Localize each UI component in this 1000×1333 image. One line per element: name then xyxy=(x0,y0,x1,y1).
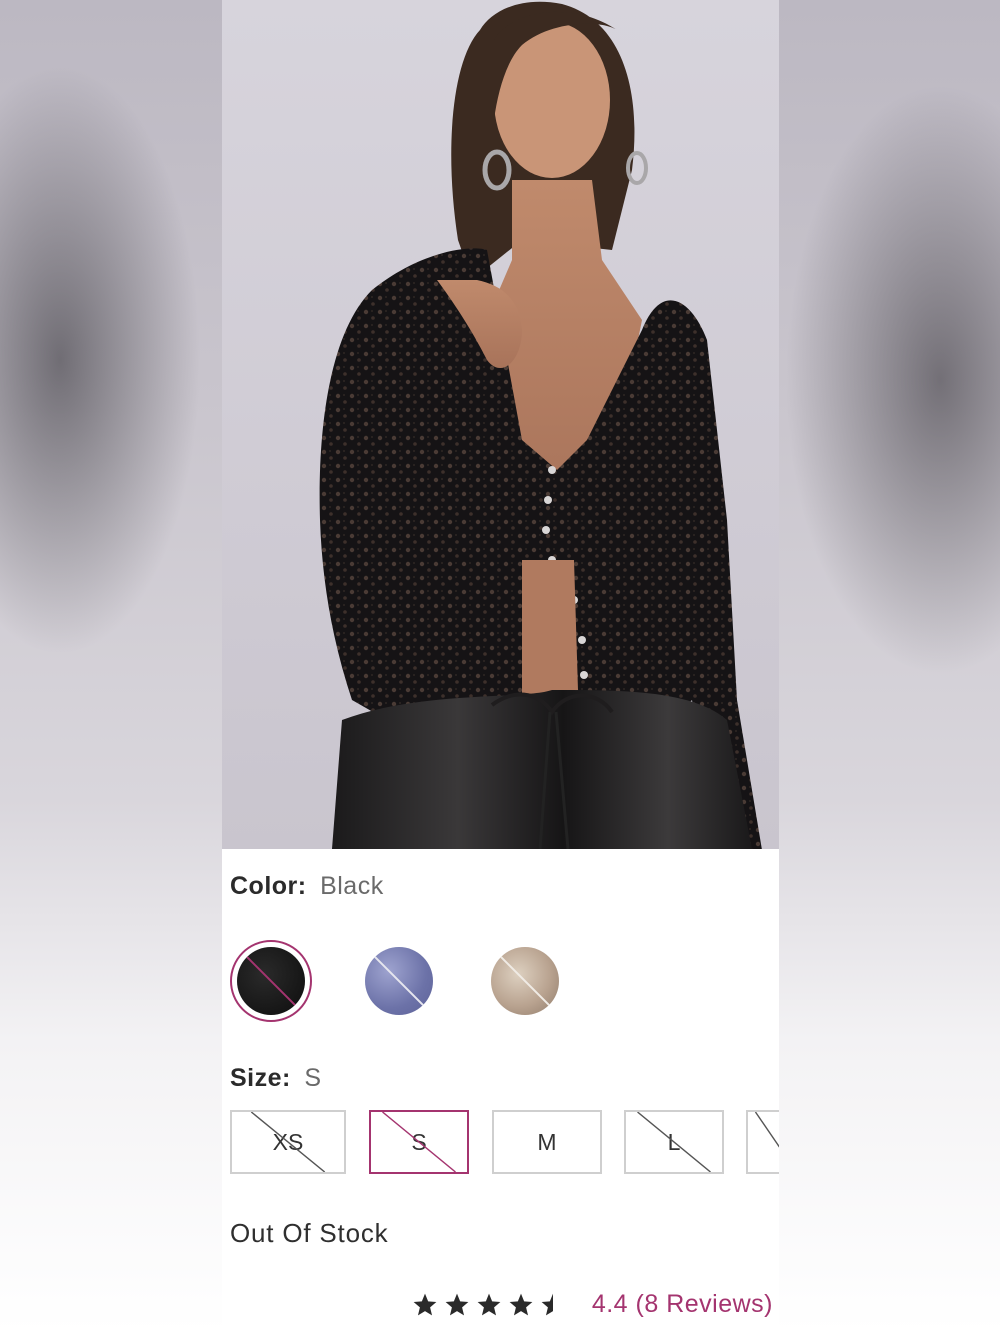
size-option-label: XS xyxy=(272,1128,304,1155)
star-icon xyxy=(541,1293,553,1315)
unavailable-slash-icon xyxy=(496,952,554,1010)
size-option-partial[interactable] xyxy=(746,1110,779,1174)
swatch-blue-fill xyxy=(365,947,433,1015)
unavailable-slash-icon xyxy=(370,952,428,1010)
unavailable-slash-icon xyxy=(754,1112,779,1148)
swatch-black-fill xyxy=(237,947,305,1015)
color-row: Color: Black xyxy=(230,872,384,901)
rating-row[interactable]: 4.4 (8 Reviews) xyxy=(412,1290,773,1319)
unavailable-slash-icon xyxy=(242,952,300,1010)
size-option-label: M xyxy=(537,1128,557,1155)
star-icon xyxy=(413,1293,437,1315)
product-image[interactable] xyxy=(222,0,779,849)
size-options: XS S M L xyxy=(230,1110,779,1176)
color-swatches xyxy=(230,940,770,1022)
size-value: S xyxy=(304,1064,322,1092)
star-rating xyxy=(412,1292,566,1318)
size-option-m[interactable]: M xyxy=(492,1110,602,1174)
swatch-beige[interactable] xyxy=(484,940,566,1022)
color-label: Color: xyxy=(230,872,307,900)
swatch-black[interactable] xyxy=(230,940,312,1022)
size-option-s[interactable]: S xyxy=(369,1110,469,1174)
size-option-l[interactable]: L xyxy=(624,1110,724,1174)
product-panel: Color: Black Size: S XS S M L Out Of Sto… xyxy=(222,0,779,1333)
stock-status: Out Of Stock xyxy=(230,1218,389,1248)
color-value: Black xyxy=(320,872,384,900)
rating-reviews-link[interactable]: 4.4 (8 Reviews) xyxy=(592,1290,773,1319)
star-icon xyxy=(477,1293,501,1315)
size-label: Size: xyxy=(230,1064,291,1092)
size-option-label: S xyxy=(411,1128,427,1155)
star-icon xyxy=(509,1293,533,1315)
size-row: Size: S xyxy=(230,1064,322,1093)
size-option-label: L xyxy=(667,1128,681,1155)
star-icon xyxy=(445,1293,469,1315)
swatch-beige-fill xyxy=(491,947,559,1015)
size-option-xs[interactable]: XS xyxy=(230,1110,346,1174)
swatch-blue[interactable] xyxy=(358,940,440,1022)
